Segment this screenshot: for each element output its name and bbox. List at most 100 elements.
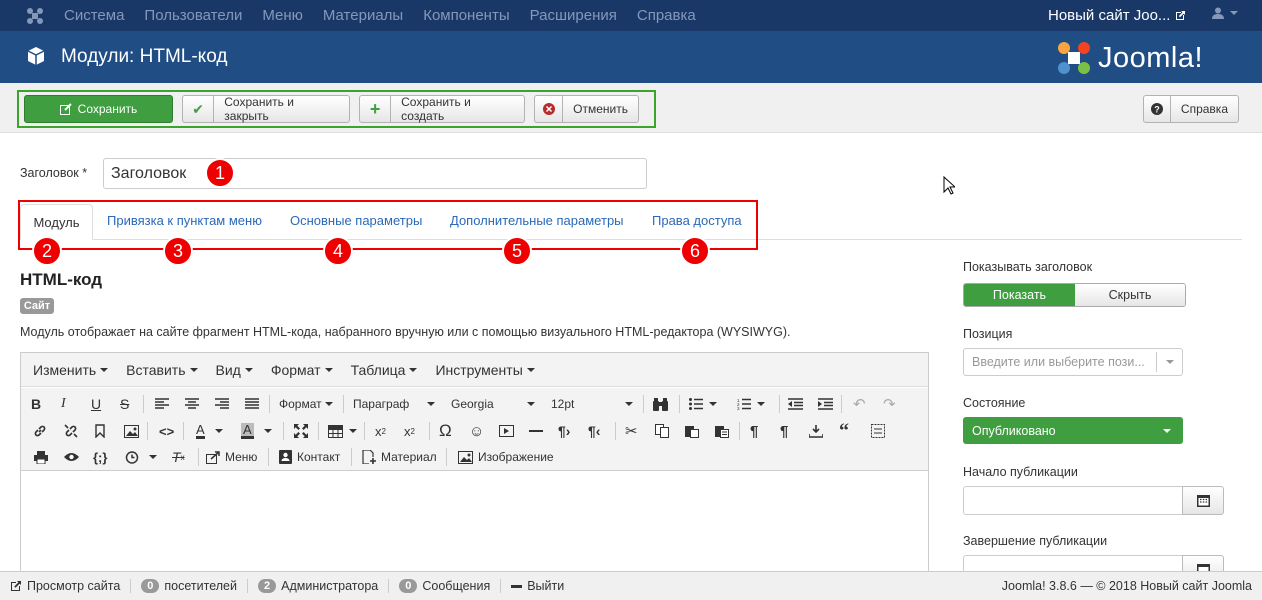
- status-select[interactable]: Опубликовано: [963, 417, 1183, 444]
- background-color-icon[interactable]: A: [241, 421, 272, 441]
- nav-users[interactable]: Пользователи: [144, 7, 242, 24]
- special-character-icon[interactable]: Ω: [439, 421, 452, 441]
- ltr-icon[interactable]: ¶›: [558, 421, 570, 441]
- outdent-icon[interactable]: [788, 394, 803, 414]
- horizontal-rule-icon[interactable]: [529, 421, 543, 441]
- admins-counter[interactable]: 2 Администратора: [257, 579, 390, 593]
- nav-components[interactable]: Компоненты: [423, 7, 509, 24]
- page-title: Модули: HTML-код: [61, 46, 228, 67]
- messages-link[interactable]: 0 Сообщения: [399, 579, 502, 593]
- link-icon[interactable]: [33, 421, 47, 441]
- bullet-list-icon[interactable]: [689, 394, 717, 414]
- image-button[interactable]: Изображение: [458, 447, 554, 467]
- menu-button[interactable]: Меню: [206, 447, 257, 467]
- unlink-icon[interactable]: [64, 421, 78, 441]
- title-input[interactable]: Заголовок: [103, 158, 647, 189]
- copy-icon[interactable]: [655, 421, 669, 441]
- emoticons-icon[interactable]: ☺: [469, 421, 484, 441]
- editor-menu-insert[interactable]: Вставить: [126, 362, 198, 378]
- caret-down-icon: [244, 367, 253, 372]
- fullscreen-icon[interactable]: [294, 421, 308, 441]
- joomla-logo-icon[interactable]: [24, 5, 46, 27]
- editor-menu-table[interactable]: Таблица: [351, 362, 418, 378]
- media-icon[interactable]: [499, 421, 514, 441]
- nav-system[interactable]: Система: [64, 7, 124, 24]
- text-color-icon[interactable]: A: [196, 421, 223, 441]
- print-icon[interactable]: [34, 447, 48, 467]
- numbered-list-icon[interactable]: 123: [737, 394, 765, 414]
- site-badge: Сайт: [20, 298, 54, 314]
- align-left-icon[interactable]: [155, 394, 169, 414]
- editor-content-area[interactable]: [21, 472, 928, 581]
- show-button[interactable]: Показать: [964, 284, 1075, 306]
- logout-link[interactable]: Выйти: [511, 579, 574, 593]
- site-link[interactable]: Новый сайт Joo...: [1048, 7, 1186, 24]
- blockquote-icon[interactable]: “: [839, 420, 849, 442]
- insert-datetime-icon[interactable]: [125, 447, 157, 467]
- subscript-icon[interactable]: x2: [375, 421, 386, 441]
- font-family-select[interactable]: Georgia: [451, 394, 535, 414]
- superscript-icon[interactable]: x2: [404, 421, 415, 441]
- italic-icon[interactable]: I: [61, 394, 66, 414]
- editor-menu-view[interactable]: Вид: [216, 362, 253, 378]
- paragraph-select[interactable]: Параграф: [353, 394, 435, 414]
- align-right-icon[interactable]: [215, 394, 229, 414]
- toolbar-separator: [318, 422, 319, 440]
- toolbar-separator: [198, 448, 199, 466]
- publish-start-calendar-button[interactable]: [1182, 486, 1224, 515]
- font-size-select[interactable]: 12pt: [551, 394, 633, 414]
- caret-down-icon: [427, 402, 435, 406]
- annotation-badge-6: 6: [680, 236, 710, 266]
- visual-aid-icon[interactable]: [871, 421, 885, 441]
- nav-content[interactable]: Материалы: [323, 7, 403, 24]
- format-select[interactable]: Формат: [279, 394, 333, 414]
- redo-icon[interactable]: ↷: [883, 394, 896, 414]
- editor-toolbar: B I U S Формат Параграф Georgia 12pt 123…: [21, 388, 928, 471]
- help-button[interactable]: ? Справка: [1143, 95, 1239, 123]
- bold-icon[interactable]: B: [31, 394, 41, 414]
- bookmark-icon[interactable]: [95, 421, 105, 441]
- toolbar-separator: [147, 422, 148, 440]
- preview-icon[interactable]: [64, 447, 79, 467]
- strikethrough-icon[interactable]: S: [120, 394, 129, 414]
- share-icon: [206, 450, 220, 464]
- user-icon: [1212, 7, 1224, 19]
- clear-formatting-icon[interactable]: Tx: [172, 447, 185, 467]
- toolbar-separator: [268, 448, 269, 466]
- position-select[interactable]: Введите или выберите пози...: [963, 348, 1183, 376]
- readmore-icon[interactable]: [809, 421, 823, 441]
- editor-menu-edit[interactable]: Изменить: [33, 362, 109, 378]
- find-replace-icon[interactable]: [653, 394, 668, 414]
- position-placeholder: Введите или выберите пози...: [972, 355, 1145, 369]
- image-icon[interactable]: [124, 421, 139, 441]
- publish-start-input[interactable]: [963, 486, 1183, 515]
- view-site-link[interactable]: Просмотр сайта: [10, 579, 132, 593]
- joomla-brand-logo: Joomla!: [1056, 40, 1203, 76]
- code-icon[interactable]: <>: [159, 421, 174, 441]
- toolbar-highlight-annotation: [17, 90, 656, 128]
- paste-icon[interactable]: [685, 421, 699, 441]
- template-icon[interactable]: {;}: [93, 447, 107, 467]
- underline-icon[interactable]: U: [91, 394, 101, 414]
- undo-icon[interactable]: ↶: [853, 394, 866, 414]
- article-button[interactable]: Материал: [362, 447, 437, 467]
- nav-menus[interactable]: Меню: [262, 7, 303, 24]
- table-icon[interactable]: [328, 421, 357, 441]
- align-center-icon[interactable]: [185, 394, 199, 414]
- visual-chars-icon[interactable]: ¶: [780, 421, 788, 441]
- nav-extensions[interactable]: Расширения: [530, 7, 617, 24]
- user-menu[interactable]: [1212, 7, 1238, 19]
- nav-help[interactable]: Справка: [637, 7, 696, 24]
- indent-icon[interactable]: [818, 394, 833, 414]
- show-blocks-icon[interactable]: ¶: [750, 421, 758, 441]
- title-label: Заголовок *: [20, 166, 88, 180]
- toolbar-separator: [446, 448, 447, 466]
- contact-button[interactable]: Контакт: [279, 447, 340, 467]
- align-justify-icon[interactable]: [245, 394, 259, 414]
- editor-menu-format[interactable]: Формат: [271, 362, 333, 378]
- cut-icon[interactable]: ✂: [625, 421, 638, 441]
- paste-text-icon[interactable]: [715, 421, 729, 441]
- rtl-icon[interactable]: ¶‹: [588, 421, 600, 441]
- editor-menu-tools[interactable]: Инструменты: [435, 362, 535, 378]
- hide-button[interactable]: Скрыть: [1075, 284, 1185, 306]
